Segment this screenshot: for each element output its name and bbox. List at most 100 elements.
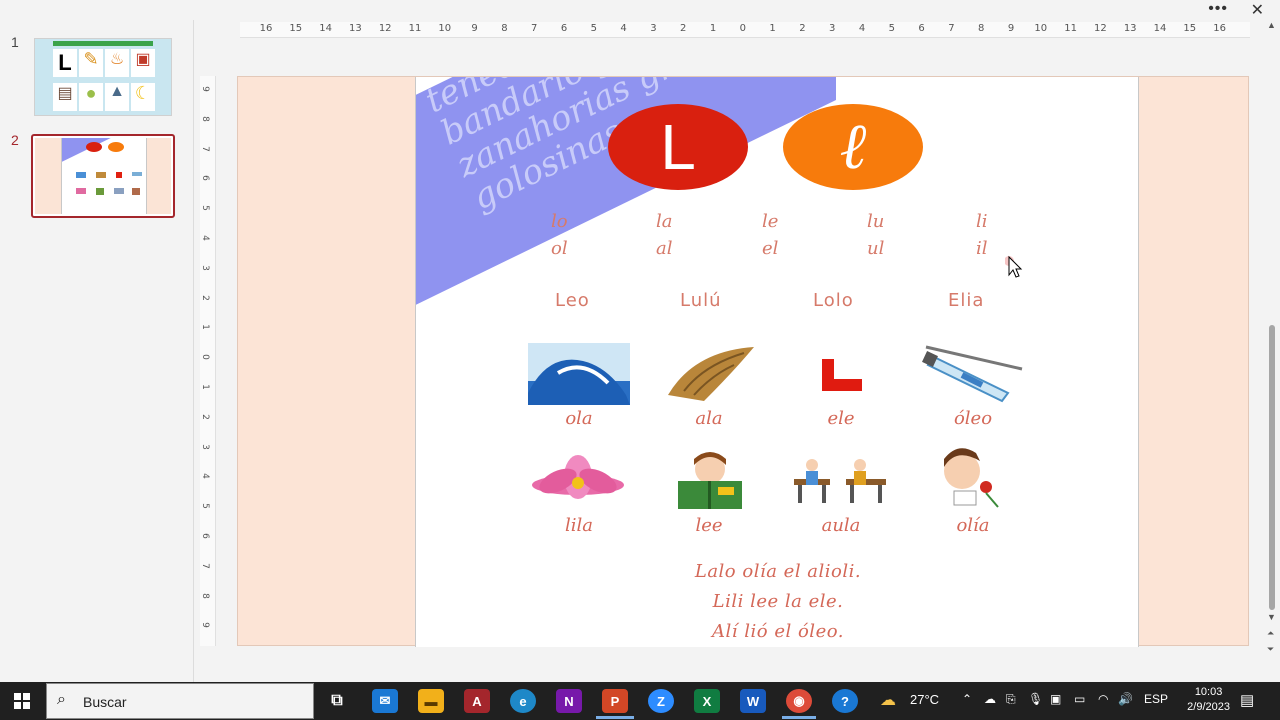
ruler-h-label: 14 <box>319 23 332 34</box>
weather-temperature[interactable]: 27°C <box>910 692 939 707</box>
book-icon: ▤ <box>53 83 77 111</box>
mouse-pointer-icon <box>1005 255 1023 278</box>
ruler-h-label: 10 <box>438 23 452 34</box>
microphone-icon[interactable]: 🎙 <box>1028 692 1043 706</box>
scroll-down-icon[interactable]: ▼ <box>1267 612 1276 622</box>
scroll-up-icon[interactable]: ▲ <box>1267 20 1276 30</box>
slide-canvas[interactable]: tenedor llave bandario grises zanahorias… <box>237 76 1249 647</box>
horizontal-ruler: 16 15 14 13 12 11 10 9 8 7 6 5 4 3 2 1 0 1 2 3 4 5 6 7 8 9 10 11 12 1… <box>240 22 1250 38</box>
ruler-h-label: 9 <box>471 23 478 34</box>
ruler-v-label: 3 <box>199 443 210 450</box>
slide-thumbnail-1[interactable]: L ✎ ♨ ▣ ▤ ● ▲ ☾ <box>34 38 172 116</box>
volume-icon[interactable]: 🔊 <box>1118 692 1133 706</box>
file-explorer-icon[interactable]: ▬ <box>418 689 444 713</box>
clock[interactable]: 10:03 2/9/2023 <box>1187 685 1230 715</box>
syllable: lo <box>551 211 568 232</box>
ruler-h-label: 11 <box>1064 23 1077 34</box>
wing-icon <box>668 347 754 401</box>
mail-icon[interactable]: ✉ <box>372 689 398 713</box>
wifi-icon[interactable]: ◠ <box>1098 692 1108 706</box>
ruler-h-label: 2 <box>799 23 806 34</box>
access-icon[interactable]: A <box>464 689 490 713</box>
ruler-h-label: 12 <box>378 23 392 34</box>
ruler-v-label: 9 <box>199 86 210 92</box>
ruler-v-label: 5 <box>199 503 210 510</box>
camera-icon[interactable]: ▣ <box>1050 692 1061 706</box>
wolf-icon: ▲ <box>105 83 129 111</box>
ruler-h-label: 14 <box>1153 23 1167 34</box>
ruler-h-label: 1 <box>709 23 717 34</box>
thumb-title-bar <box>53 41 153 46</box>
help-icon[interactable]: ? <box>832 689 858 713</box>
cloud-sync-icon[interactable]: ☁ <box>984 692 996 706</box>
ruler-h-label: 13 <box>1123 23 1137 34</box>
ruler-v-label: 9 <box>199 622 210 629</box>
picture-word: lee <box>695 515 723 536</box>
syllable: la <box>656 211 673 232</box>
ruler-v-label: 8 <box>199 115 210 122</box>
name-word: Lulú <box>680 290 722 311</box>
scrollbar-thumb[interactable] <box>1269 325 1275 610</box>
windows-taskbar: ⌕ Buscar ⧉ ✉ ▬ A e N P Z X W ◉ ? ☁ 27°C … <box>0 682 1280 720</box>
ruler-h-label: 1 <box>769 23 776 34</box>
search-icon: ⌕ <box>57 691 66 708</box>
sentence: Alí lió el óleo. <box>712 621 844 642</box>
thumb2-background <box>35 138 171 214</box>
ruler-h-label: 4 <box>620 23 627 34</box>
ruler-h-label: 16 <box>259 23 273 34</box>
ruler-v-label: 8 <box>199 592 210 599</box>
letter-L-icon <box>822 359 862 391</box>
chrome-icon[interactable]: ◉ <box>786 689 812 713</box>
wave-icon <box>528 343 630 405</box>
taskbar-search-box[interactable]: ⌕ Buscar <box>46 683 314 719</box>
name-word: Lolo <box>813 290 854 311</box>
task-view-icon[interactable]: ⧉ <box>324 689 350 713</box>
word-icon[interactable]: W <box>740 689 766 713</box>
windows-start-icon[interactable] <box>14 693 30 709</box>
lamp-icon: ♨ <box>105 49 129 77</box>
thumbnail-number-2: 2 <box>11 132 19 148</box>
thumb2-page <box>61 138 147 214</box>
previous-slide-icon[interactable]: ⏶ <box>1267 628 1274 639</box>
zoom-icon[interactable]: Z <box>648 689 674 713</box>
powerpoint-icon[interactable]: P <box>602 689 628 713</box>
ruler-h-label: 2 <box>680 23 687 34</box>
can-icon: ▣ <box>131 49 155 77</box>
edge-browser-icon[interactable]: e <box>510 689 536 713</box>
notifications-icon[interactable]: ▤ <box>1240 691 1254 709</box>
thumb-letter-L: L <box>53 49 77 77</box>
weather-icon[interactable]: ☁ <box>880 690 896 710</box>
onenote-icon[interactable]: N <box>556 689 582 713</box>
ruler-h-label: 13 <box>349 23 362 34</box>
slide-thumbnail-2-selected[interactable] <box>31 134 175 218</box>
show-hidden-icons-icon[interactable]: ⌃ <box>962 692 972 706</box>
ruler-h-label: 0 <box>739 23 746 34</box>
search-placeholder: Buscar <box>83 694 127 710</box>
excel-icon[interactable]: X <box>694 689 720 713</box>
child-reading-icon <box>678 452 742 509</box>
picture-word: aula <box>821 515 861 536</box>
more-options-button[interactable]: ••• <box>1208 0 1228 18</box>
display-icon[interactable]: ▭ <box>1074 692 1085 706</box>
ruler-v-label: 4 <box>199 473 210 480</box>
syllable: il <box>976 238 988 259</box>
powerpoint-window: ••• ✕ 1 L ✎ ♨ ▣ ▤ ● ▲ ☾ 2 16 15 14 13 12… <box>0 0 1280 682</box>
ruler-v-label: 1 <box>199 384 210 390</box>
picture-word: olía <box>956 515 990 536</box>
syllable: ul <box>867 238 885 259</box>
language-indicator[interactable]: ESP <box>1144 692 1168 706</box>
vertical-scrollbar[interactable]: ▲ ▼ ⏶ ⏷ <box>1265 20 1280 682</box>
picture-word: ele <box>827 408 855 429</box>
ruler-h-label: 7 <box>531 23 538 34</box>
usb-device-icon[interactable]: ⎘ <box>1006 692 1016 707</box>
classroom-icon <box>794 459 886 503</box>
ruler-h-label: 5 <box>888 23 895 34</box>
syllable: al <box>656 238 673 259</box>
ruler-v-label: 2 <box>199 294 210 301</box>
next-slide-icon[interactable]: ⏷ <box>1267 644 1274 655</box>
vertical-ruler: 9 8 7 6 5 4 3 2 1 0 1 2 3 4 5 6 7 8 9 <box>200 76 216 646</box>
close-button[interactable]: ✕ <box>1251 0 1264 20</box>
ruler-v-label: 1 <box>199 324 210 331</box>
name-word: Leo <box>555 290 590 311</box>
ruler-h-label: 16 <box>1213 23 1226 34</box>
